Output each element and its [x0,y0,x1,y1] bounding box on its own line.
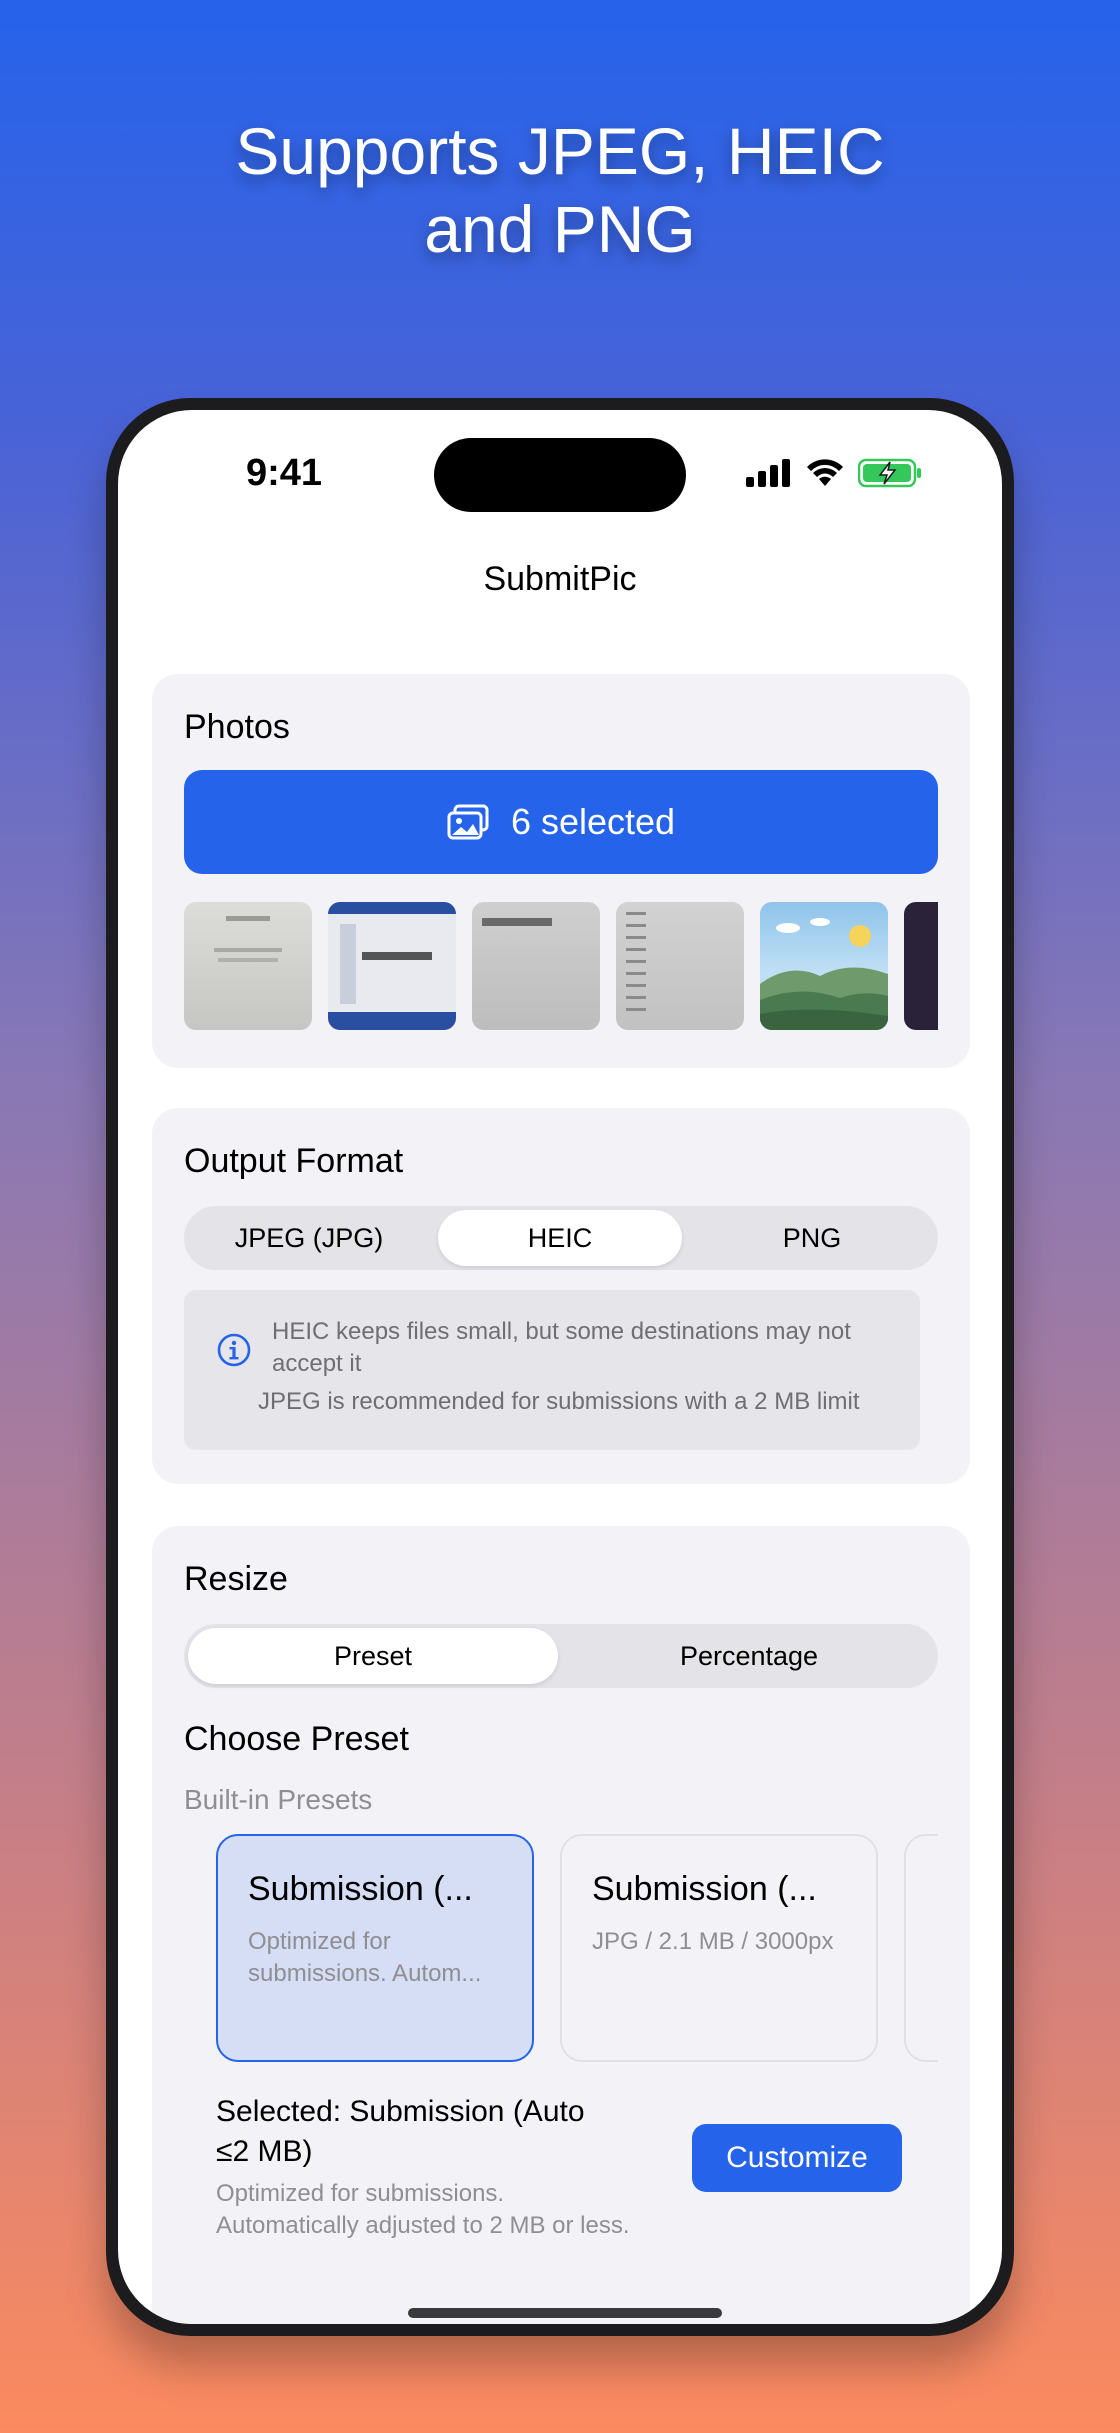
home-indicator [408,2308,722,2318]
select-photos-label: 6 selected [510,801,676,842]
format-segmented-control: JPEG (JPG) HEIC PNG [184,1206,938,1270]
marketing-headline: Supports JPEG, HEIC and PNG [0,112,1120,268]
output-format-title: Output Format [184,1142,404,1180]
preset-description: Optimized for submissions. Autom... [248,1928,482,1987]
format-info-line-3: JPEG is recommended for submissions with… [258,1388,860,1415]
format-info-line-2: accept it [272,1350,362,1377]
photo-thumbnail[interactable] [184,902,312,1030]
preset-carousel[interactable]: Submission (... Optimized for submission… [184,1526,938,2126]
wifi-icon [807,459,843,486]
phone-screen: 9:41 SubmitPic Photos 6 selected Output … [118,410,1002,2324]
photos-card: Photos 6 selected [152,674,970,1068]
photo-thumbnail-strip[interactable] [184,902,938,1030]
preset-title: Submission (... [592,1870,817,1908]
photo-thumbnail[interactable] [616,902,744,1030]
resize-card: Resize Preset Percentage Choose Preset B… [152,1526,970,2324]
selected-preset-line-2: ≤2 MB) [216,2135,313,2168]
format-option-png[interactable]: PNG [690,1210,934,1266]
info-icon [217,1333,251,1367]
format-info-line-1: HEIC keeps files small, but some destina… [272,1318,851,1345]
format-option-heic[interactable]: HEIC [438,1210,682,1266]
preset-description: JPG / 2.1 MB / 3000px [592,1928,834,1955]
photo-thumbnail[interactable] [904,902,938,1030]
preset-card-partial[interactable] [904,1834,938,2062]
battery-charging-icon [858,458,921,488]
selected-desc-line-1: Optimized for submissions. [216,2180,505,2207]
cellular-signal-icon [746,459,790,487]
format-info-box: HEIC keeps files small, but some destina… [184,1290,920,1450]
headline-line-2: and PNG [424,192,696,266]
preset-card[interactable]: Submission (... JPG / 2.1 MB / 3000px [560,1834,878,2062]
photo-thumbnail[interactable] [328,902,456,1030]
selected-preset-line-1: Selected: Submission (Auto [216,2095,585,2128]
customize-button[interactable]: Customize [692,2124,902,2192]
app-title: SubmitPic [483,560,637,598]
photo-stack-icon [447,804,489,840]
selected-desc-line-2: Automatically adjusted to 2 MB or less. [216,2212,630,2239]
preset-title: Submission (... [248,1870,473,1908]
status-icons [746,458,922,488]
photo-thumbnail[interactable] [760,902,888,1030]
selected-preset-description: Optimized for submissions. Automatically… [216,2178,630,2242]
headline-line-1: Supports JPEG, HEIC [235,114,885,188]
preset-card-selected[interactable]: Submission (... Optimized for submission… [216,1834,534,2062]
landscape-image [760,918,888,1030]
select-photos-button[interactable]: 6 selected [184,770,938,874]
dynamic-island [434,438,686,512]
photos-section-title: Photos [184,708,290,746]
output-format-card: Output Format JPEG (JPG) HEIC PNG HEIC k… [152,1108,970,1484]
phone-frame: 9:41 SubmitPic Photos 6 selected Output … [106,398,1014,2336]
photo-thumbnail[interactable] [472,902,600,1030]
selected-preset-summary: Selected: Submission (Auto ≤2 MB) [216,2092,585,2172]
format-option-jpeg[interactable]: JPEG (JPG) [188,1210,430,1266]
status-time: 9:41 [246,452,323,494]
